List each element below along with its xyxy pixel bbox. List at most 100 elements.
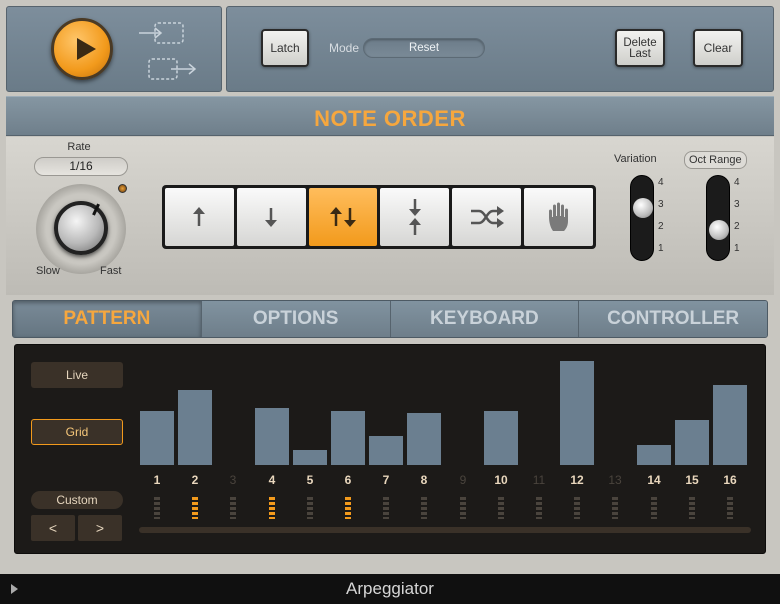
step-octave-indicator[interactable] (574, 497, 580, 519)
tab-controller[interactable]: CONTROLLER (579, 301, 767, 337)
step-velocity-bar[interactable] (560, 361, 594, 465)
play-button[interactable] (51, 18, 113, 80)
step-octave-indicator[interactable] (192, 497, 198, 519)
oct-range-slider[interactable] (706, 175, 730, 261)
step-2[interactable]: 2 (177, 345, 213, 525)
grid-button[interactable]: Grid (31, 419, 123, 445)
step-velocity-bar[interactable] (255, 408, 289, 465)
clear-button[interactable]: Clear (693, 29, 743, 67)
rate-label: Rate (67, 141, 91, 153)
arrow-up-down-icon (330, 207, 357, 227)
play-icon (77, 38, 96, 60)
step-velocity-bar[interactable] (407, 413, 441, 465)
step-16[interactable]: 16 (712, 345, 748, 525)
note-order-random-button[interactable] (452, 188, 522, 246)
tab-options[interactable]: OPTIONS (201, 301, 391, 337)
step-12[interactable]: 12 (559, 345, 595, 525)
midi-in-icon[interactable] (137, 20, 185, 46)
step-octave-indicator[interactable] (230, 497, 236, 519)
custom-preset-select[interactable]: Custom (31, 491, 123, 509)
step-octave-indicator[interactable] (727, 497, 733, 519)
note-order-down-button[interactable] (236, 188, 306, 246)
arpeggiator-window: Latch Mode Reset Delete Last Clear NOTE … (0, 0, 780, 604)
step-velocity-bar[interactable] (293, 450, 327, 465)
tab-keyboard[interactable]: KEYBOARD (390, 301, 580, 337)
step-number: 13 (608, 473, 622, 487)
step-4[interactable]: 4 (254, 345, 290, 525)
step-number: 8 (420, 473, 428, 487)
step-octave-indicator[interactable] (498, 497, 504, 519)
step-number: 5 (306, 473, 314, 487)
step-8[interactable]: 8 (406, 345, 442, 525)
step-octave-indicator[interactable] (345, 497, 351, 519)
variation-slider[interactable] (630, 175, 654, 261)
step-1[interactable]: 1 (139, 345, 175, 525)
midi-out-icon[interactable] (147, 55, 197, 83)
step-octave-indicator[interactable] (154, 497, 160, 519)
step-3[interactable]: 3 (215, 345, 251, 525)
step-10[interactable]: 10 (483, 345, 519, 525)
step-13[interactable]: 13 (597, 345, 633, 525)
note-order-outside-in-button[interactable] (380, 188, 450, 246)
note-order-up-button[interactable] (165, 188, 234, 246)
step-velocity-bar[interactable] (369, 436, 403, 465)
note-order-as-played-button[interactable] (524, 188, 593, 246)
step-grid: 1 2 3 4 5 6 7 8 9 10 11 12 13 14 15 16 (139, 345, 759, 555)
step-octave-indicator[interactable] (421, 497, 427, 519)
step-velocity-bar[interactable] (675, 420, 709, 465)
step-octave-indicator[interactable] (612, 497, 618, 519)
step-number: 16 (723, 473, 737, 487)
step-14[interactable]: 14 (636, 345, 672, 525)
step-velocity-bar[interactable] (331, 411, 365, 465)
step-6[interactable]: 6 (330, 345, 366, 525)
variation-slider-thumb[interactable] (633, 198, 653, 218)
plugin-title: Arpeggiator (346, 579, 434, 598)
previous-pattern-button[interactable]: < (31, 515, 75, 541)
step-15[interactable]: 15 (674, 345, 710, 525)
mode-select[interactable]: Reset (363, 38, 485, 58)
tab-pattern[interactable]: PATTERN (13, 301, 202, 337)
next-pattern-button[interactable]: > (78, 515, 122, 541)
step-5[interactable]: 5 (292, 345, 328, 525)
step-7[interactable]: 7 (368, 345, 404, 525)
step-velocity-bar[interactable] (178, 390, 212, 465)
rate-knob[interactable] (54, 201, 108, 255)
step-length-rail[interactable] (139, 527, 751, 533)
step-number: 11 (532, 473, 546, 487)
plugin-footer: Arpeggiator (0, 574, 780, 604)
arrows-converge-icon (408, 199, 421, 235)
arrow-down-icon (265, 208, 278, 227)
step-velocity-bar[interactable] (484, 411, 518, 465)
step-number: 6 (344, 473, 352, 487)
variation-tick-4: 4 (658, 177, 664, 188)
step-velocity-bar[interactable] (713, 385, 747, 465)
step-octave-indicator[interactable] (536, 497, 542, 519)
note-order-title: NOTE ORDER (314, 106, 466, 131)
step-11[interactable]: 11 (521, 345, 557, 525)
latch-button[interactable]: Latch (261, 29, 309, 67)
oct-range-tick-1: 1 (734, 243, 740, 254)
mode-label: Mode (329, 41, 360, 55)
live-button[interactable]: Live (31, 362, 123, 388)
step-9[interactable]: 9 (445, 345, 481, 525)
note-order-up-down-button[interactable] (308, 188, 378, 246)
step-number: 10 (494, 473, 508, 487)
hand-icon (548, 202, 568, 231)
oct-range-label[interactable]: Oct Range (684, 151, 747, 169)
arrow-up-icon (193, 207, 206, 226)
step-octave-indicator[interactable] (460, 497, 466, 519)
step-octave-indicator[interactable] (269, 497, 275, 519)
rate-value[interactable]: 1/16 (34, 157, 128, 176)
oct-range-slider-thumb[interactable] (709, 220, 729, 240)
mode-panel: Latch Mode Reset Delete Last Clear (226, 6, 774, 92)
delete-last-button[interactable]: Delete Last (615, 29, 665, 67)
step-octave-indicator[interactable] (307, 497, 313, 519)
note-order-buttons (162, 185, 596, 249)
step-velocity-bar[interactable] (140, 411, 174, 465)
step-octave-indicator[interactable] (689, 497, 695, 519)
step-velocity-bar[interactable] (637, 445, 671, 465)
variation-label: Variation (614, 153, 657, 165)
step-octave-indicator[interactable] (383, 497, 389, 519)
rate-sync-led[interactable] (118, 184, 127, 193)
step-octave-indicator[interactable] (651, 497, 657, 519)
